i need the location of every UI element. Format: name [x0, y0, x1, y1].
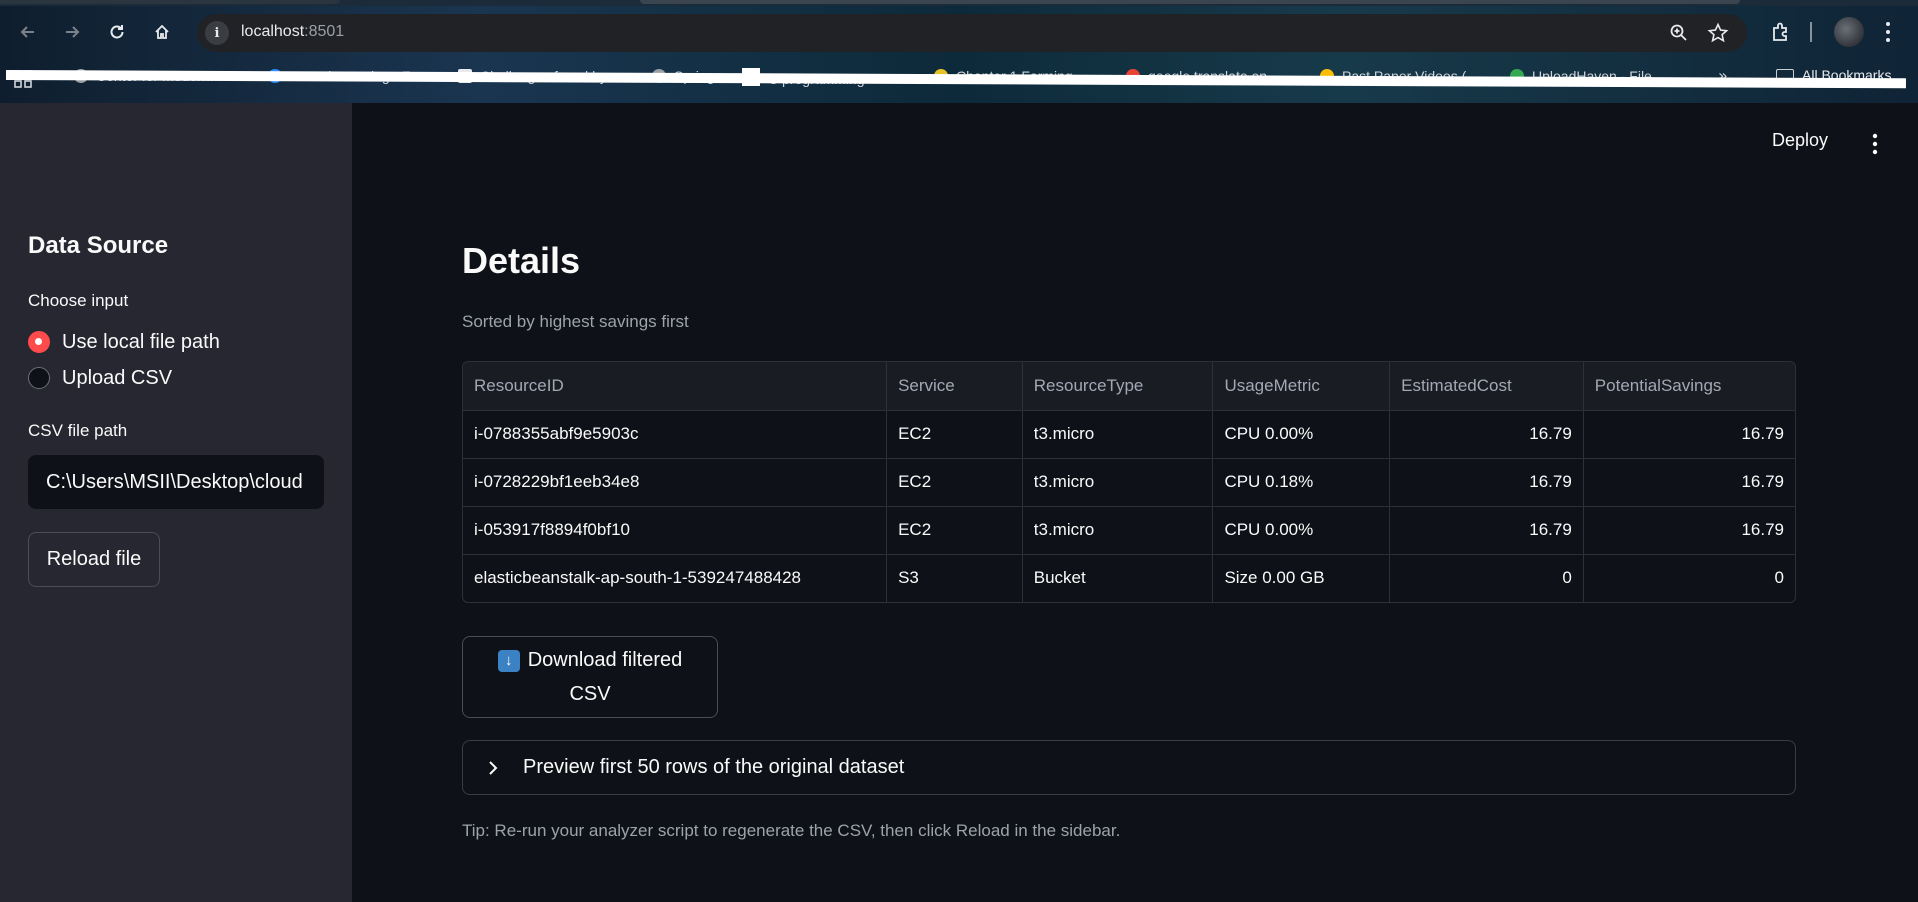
toolbar-separator	[1810, 22, 1812, 42]
column-header[interactable]: ResourceType	[1022, 362, 1214, 411]
column-header[interactable]: ResourceID	[463, 362, 888, 411]
radio-indicator-selected[interactable]	[28, 331, 50, 353]
table-cell[interactable]: 16.79	[1389, 458, 1584, 507]
radio-upload-csv[interactable]: Upload CSV	[28, 365, 172, 391]
table-cell[interactable]: EC2	[886, 458, 1023, 507]
arrow-left-icon	[20, 26, 34, 38]
column-header[interactable]: EstimatedCost	[1389, 362, 1584, 411]
table-cell[interactable]: t3.micro	[1022, 410, 1214, 459]
table-cell[interactable]: 0	[1583, 554, 1795, 602]
url-text[interactable]: localhost:8501	[241, 23, 344, 41]
table-cell[interactable]: EC2	[886, 506, 1023, 555]
table-cell[interactable]: elasticbeanstalk-ap-south-1-539247488428	[463, 554, 888, 602]
data-table[interactable]: ResourceID Service ResourceType UsageMet…	[462, 361, 1796, 603]
download-arrow-icon: ↓	[497, 650, 520, 672]
radio-label: Upload CSV	[62, 366, 173, 389]
table-cell[interactable]: 16.79	[1583, 506, 1795, 555]
radio-local-path[interactable]: Use local file path	[28, 329, 220, 355]
table-header-row: ResourceID Service ResourceType UsageMet…	[463, 362, 1795, 411]
table-cell[interactable]: Size 0.00 GB	[1212, 554, 1391, 602]
home-button[interactable]	[148, 18, 176, 46]
bookmark-star-icon[interactable]	[1707, 22, 1729, 44]
extensions-puzzle-icon[interactable]	[1769, 20, 1793, 44]
table-cell[interactable]: 16.79	[1583, 458, 1795, 507]
table-caption: Sorted by highest savings first	[462, 312, 689, 331]
back-button[interactable]	[14, 18, 42, 46]
table-row[interactable]: i-0788355abf9e5903c EC2 t3.micro CPU 0.0…	[463, 410, 1795, 459]
browser-tab[interactable]	[0, 0, 340, 4]
address-bar[interactable]: i localhost:8501	[197, 14, 1747, 52]
refresh-icon	[110, 25, 124, 39]
browser-tab-active[interactable]	[640, 0, 1740, 4]
table-row[interactable]: i-053917f8894f0bf10 EC2 t3.micro CPU 0.0…	[463, 506, 1795, 555]
table-cell[interactable]: t3.micro	[1022, 458, 1214, 507]
tab-strip	[0, 0, 1918, 6]
preview-expander[interactable]: Preview first 50 rows of the original da…	[462, 740, 1796, 795]
choose-input-label: Choose input	[28, 291, 129, 310]
table-cell[interactable]: Bucket	[1022, 554, 1214, 602]
deploy-button[interactable]: Deploy	[1772, 130, 1828, 151]
reload-page-button[interactable]	[103, 18, 131, 46]
table-cell[interactable]: 16.79	[1389, 410, 1584, 459]
csv-path-field[interactable]	[28, 455, 324, 509]
reload-file-button[interactable]: Reload file	[28, 532, 160, 587]
radio-indicator[interactable]	[28, 367, 50, 389]
tip-text: Tip: Re-run your analyzer script to rege…	[462, 821, 1121, 840]
download-button-label: Download filtered CSV	[527, 649, 683, 705]
table-cell[interactable]: i-0788355abf9e5903c	[463, 410, 888, 459]
csv-path-input[interactable]	[28, 455, 324, 509]
forward-button[interactable]	[58, 18, 86, 46]
main-menu-kebab-icon[interactable]	[1868, 132, 1882, 156]
table-row[interactable]: i-0728229bf1eeb34e8 EC2 t3.micro CPU 0.1…	[463, 458, 1795, 507]
arrow-right-icon	[66, 26, 80, 38]
table-cell[interactable]: CPU 0.00%	[1212, 506, 1391, 555]
home-icon	[155, 24, 169, 39]
radio-label: Use local file path	[62, 330, 220, 353]
browser-chrome: i localhost:8501 Center for Modern... La…	[0, 0, 1918, 103]
table-cell[interactable]: 0	[1389, 554, 1584, 602]
browser-menu-kebab-icon[interactable]	[1880, 18, 1896, 46]
table-cell[interactable]: S3	[886, 554, 1023, 602]
download-csv-button[interactable]: ↓ Download filtered CSV	[462, 636, 718, 718]
table-cell[interactable]: CPU 0.00%	[1212, 410, 1391, 459]
chevron-right-icon	[489, 760, 498, 775]
table-cell[interactable]: EC2	[886, 410, 1023, 459]
zoom-icon[interactable]	[1669, 23, 1689, 43]
table-cell[interactable]: t3.micro	[1022, 506, 1214, 555]
page-title: Details	[462, 240, 581, 281]
sidebar-title: Data Source	[28, 232, 169, 259]
profile-avatar[interactable]	[1834, 17, 1864, 47]
site-info-icon[interactable]: i	[205, 21, 229, 45]
table-cell[interactable]: CPU 0.18%	[1212, 458, 1391, 507]
column-header[interactable]: UsageMetric	[1212, 362, 1391, 411]
table-cell[interactable]: 16.79	[1583, 410, 1795, 459]
column-header[interactable]: Service	[886, 362, 1023, 411]
column-header[interactable]: PotentialSavings	[1583, 362, 1795, 411]
table-cell[interactable]: i-053917f8894f0bf10	[463, 506, 888, 555]
expander-label: Preview first 50 rows of the original da…	[523, 756, 905, 778]
table-cell[interactable]: 16.79	[1389, 506, 1584, 555]
csv-path-label: CSV file path	[28, 421, 128, 440]
table-cell[interactable]: i-0728229bf1eeb34e8	[463, 458, 888, 507]
table-row[interactable]: elasticbeanstalk-ap-south-1-539247488428…	[463, 554, 1795, 602]
